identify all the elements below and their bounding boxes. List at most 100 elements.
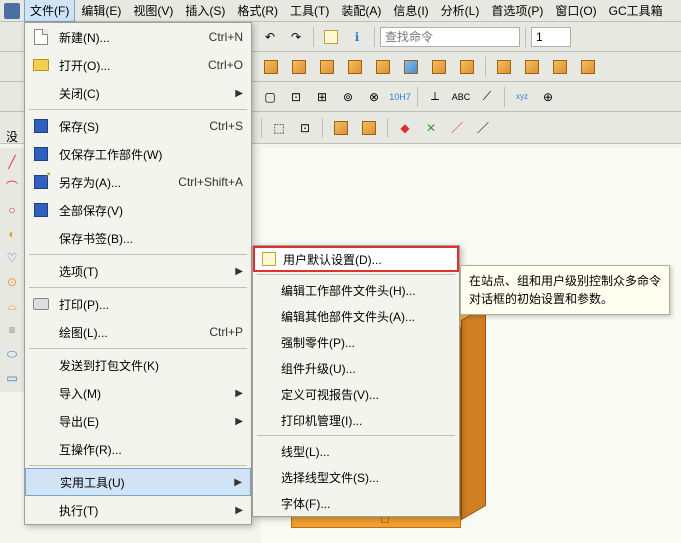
clipboard-icon[interactable]: [319, 25, 343, 49]
snap-5-icon[interactable]: ⊗: [362, 85, 386, 109]
cube-12-icon[interactable]: [575, 56, 601, 78]
cube-3-icon[interactable]: [314, 56, 340, 78]
submenu-edit-work-header[interactable]: 编辑工作部件文件头(H)...: [253, 277, 459, 303]
submenu-linetype[interactable]: 线型(L)...: [253, 438, 459, 464]
axis-red-icon[interactable]: ◆: [393, 116, 417, 140]
file-plot[interactable]: 绘图(L)... Ctrl+P: [25, 318, 251, 346]
cube-2-icon[interactable]: [286, 56, 312, 78]
file-options[interactable]: 选项(T) ▶: [25, 257, 251, 285]
file-saveas[interactable]: 另存为(A)... Ctrl+Shift+A: [25, 168, 251, 196]
cube-10-icon[interactable]: [519, 56, 545, 78]
cube-8-icon[interactable]: [454, 56, 480, 78]
menu-analysis[interactable]: 分析(L): [435, 0, 486, 22]
undo-icon[interactable]: ↶: [258, 25, 282, 49]
lt-6-icon[interactable]: ⊙: [2, 272, 22, 292]
saveall-icon: [29, 200, 53, 220]
submenu-edit-other-header[interactable]: 编辑其他部件文件头(A)...: [253, 303, 459, 329]
submenu-printer-mgmt[interactable]: 打印机管理(I)...: [253, 407, 459, 433]
chevron-right-icon: ▶: [235, 88, 243, 99]
command-search[interactable]: [380, 27, 520, 47]
chevron-right-icon: ▶: [235, 388, 243, 399]
lt-7-icon[interactable]: ⌓: [2, 296, 22, 316]
cube-5-icon[interactable]: [370, 56, 396, 78]
cube-7-icon[interactable]: [426, 56, 452, 78]
xyz-icon[interactable]: xyz: [510, 85, 534, 109]
file-new[interactable]: 新建(N)... Ctrl+N: [25, 23, 251, 51]
menu-preferences[interactable]: 首选项(P): [485, 0, 549, 22]
axis-green-icon[interactable]: ✕: [419, 116, 443, 140]
menu-info[interactable]: 信息(I): [387, 0, 434, 22]
redo-icon[interactable]: ↷: [284, 25, 308, 49]
file-pack[interactable]: 发送到打包文件(K): [25, 351, 251, 379]
file-saveall[interactable]: 全部保存(V): [25, 196, 251, 224]
snap-2-icon[interactable]: ⊡: [284, 85, 308, 109]
menu-tools[interactable]: 工具(T): [284, 0, 335, 22]
dim-2-icon[interactable]: ⟋: [475, 85, 499, 109]
select-1-icon[interactable]: ⬚: [267, 116, 291, 140]
menu-insert[interactable]: 插入(S): [179, 0, 231, 22]
cube-9-icon[interactable]: [491, 56, 517, 78]
submenu-font[interactable]: 字体(F)...: [253, 490, 459, 516]
file-interop[interactable]: 互操作(R)...: [25, 435, 251, 463]
file-save-bookmark[interactable]: 保存书签(B)...: [25, 224, 251, 252]
chevron-right-icon: ▶: [235, 416, 243, 427]
spin-input[interactable]: 1: [531, 27, 571, 47]
lt-1-icon[interactable]: ╱: [2, 152, 22, 172]
menu-format[interactable]: 格式(R): [231, 0, 284, 22]
file-save-work[interactable]: 仅保存工作部件(W): [25, 140, 251, 168]
cube-6-icon[interactable]: [398, 56, 424, 78]
submenu-force-part[interactable]: 强制零件(P)...: [253, 329, 459, 355]
search-input[interactable]: [380, 27, 520, 47]
lt-5-icon[interactable]: ♡: [2, 248, 22, 268]
cube-1-icon[interactable]: [258, 56, 284, 78]
lt-3-icon[interactable]: ○: [2, 200, 22, 220]
text-icon[interactable]: ABC: [449, 85, 473, 109]
view-cube-icon[interactable]: [328, 117, 354, 139]
file-open[interactable]: 打开(O)... Ctrl+O: [25, 51, 251, 79]
cube-4-icon[interactable]: [342, 56, 368, 78]
snap-6-icon[interactable]: 10H7: [388, 85, 412, 109]
snap-1-icon[interactable]: ▢: [258, 85, 282, 109]
file-execute[interactable]: 执行(T) ▶: [25, 496, 251, 524]
file-export[interactable]: 导出(E) ▶: [25, 407, 251, 435]
save-work-icon: [29, 144, 53, 164]
file-import[interactable]: 导入(M) ▶: [25, 379, 251, 407]
snap-4-icon[interactable]: ⊚: [336, 85, 360, 109]
misc-icon[interactable]: ⊕: [536, 85, 560, 109]
new-icon: [29, 27, 53, 47]
lt-4-icon[interactable]: ◐: [2, 224, 22, 244]
info-icon[interactable]: ℹ: [345, 25, 369, 49]
submenu-linetype-file[interactable]: 选择线型文件(S)...: [253, 464, 459, 490]
lt-10-icon[interactable]: ▭: [2, 368, 22, 388]
print-icon: [29, 294, 53, 314]
menu-view[interactable]: 视图(V): [127, 0, 179, 22]
dim-1-icon[interactable]: ⟂: [423, 85, 447, 109]
snap-3-icon[interactable]: ⊞: [310, 85, 334, 109]
menu-window[interactable]: 窗口(O): [549, 0, 602, 22]
file-print[interactable]: 打印(P)...: [25, 290, 251, 318]
menu-file[interactable]: 文件(F): [24, 0, 75, 22]
lt-8-icon[interactable]: ≡: [2, 320, 22, 340]
cube-11-icon[interactable]: [547, 56, 573, 78]
lt-2-icon[interactable]: ⌒: [2, 176, 22, 196]
menu-gctoolbox[interactable]: GC工具箱: [603, 0, 669, 22]
submenu-visual-report[interactable]: 定义可视报告(V)...: [253, 381, 459, 407]
lt-9-icon[interactable]: ⬭: [2, 344, 22, 364]
file-menu: 新建(N)... Ctrl+N 打开(O)... Ctrl+O 关闭(C) ▶ …: [24, 22, 252, 525]
save-icon: [29, 116, 53, 136]
folder-icon: [29, 55, 53, 75]
file-close[interactable]: 关闭(C) ▶: [25, 79, 251, 107]
select-2-icon[interactable]: ⊡: [293, 116, 317, 140]
menu-assembly[interactable]: 装配(A): [335, 0, 387, 22]
side-label: 没: [0, 126, 24, 147]
line-2-icon[interactable]: ／: [471, 116, 495, 140]
chevron-right-icon: ▶: [235, 266, 243, 277]
submenu-user-defaults[interactable]: 用户默认设置(D)...: [253, 246, 459, 272]
submenu-component-upgrade[interactable]: 组件升级(U)...: [253, 355, 459, 381]
tooltip: 在站点、组和用户级别控制众多命令对话框的初始设置和参数。: [460, 265, 670, 315]
menu-edit[interactable]: 编辑(E): [75, 0, 127, 22]
view-cube-2-icon[interactable]: [356, 117, 382, 139]
line-red-icon[interactable]: ／: [445, 116, 469, 140]
file-save[interactable]: 保存(S) Ctrl+S: [25, 112, 251, 140]
file-utilities[interactable]: 实用工具(U) ▶: [25, 468, 251, 496]
